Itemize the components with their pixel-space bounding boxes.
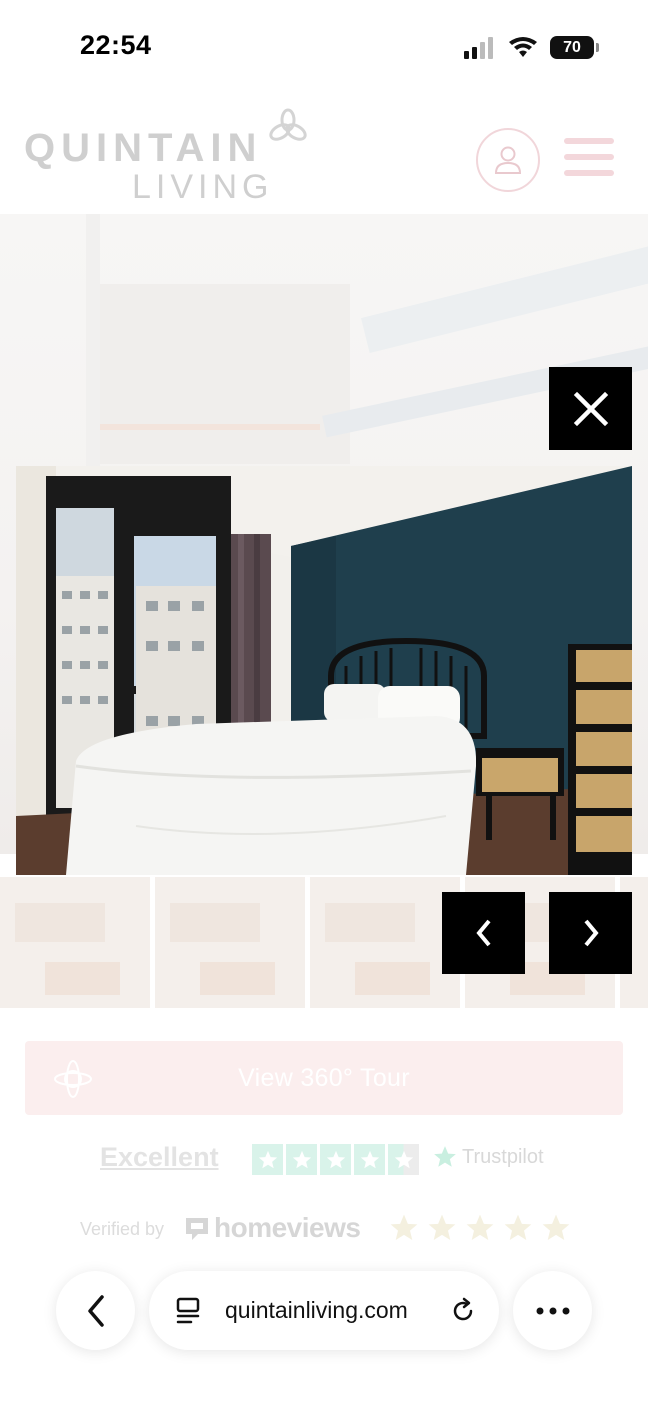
star-icon bbox=[466, 1214, 494, 1240]
homeviews-icon bbox=[186, 1218, 208, 1240]
more-options-icon bbox=[536, 1307, 569, 1314]
trustpilot-widget[interactable]: Excellent Trustpilot bbox=[0, 1138, 648, 1182]
logo-text-living: LIVING bbox=[132, 168, 274, 206]
menu-line bbox=[564, 154, 614, 160]
homeviews-widget[interactable]: Verified by homeviews bbox=[0, 1210, 648, 1250]
trustpilot-rating-text[interactable]: Excellent bbox=[100, 1142, 219, 1173]
thumbnail[interactable] bbox=[155, 877, 305, 1008]
status-time: 22:54 bbox=[80, 30, 152, 60]
star-icon bbox=[428, 1214, 456, 1240]
next-image-button[interactable] bbox=[549, 892, 632, 974]
browser-toolbar: quintainliving.com bbox=[0, 1260, 648, 1405]
battery-indicator: 70 bbox=[550, 36, 599, 59]
menu-button[interactable] bbox=[564, 138, 614, 180]
url-text: quintainliving.com bbox=[225, 1297, 408, 1323]
address-bar[interactable]: quintainliving.com bbox=[149, 1271, 499, 1350]
trustpilot-logo: Trustpilot bbox=[432, 1144, 544, 1170]
star-icon bbox=[504, 1214, 532, 1240]
browser-back-button[interactable] bbox=[56, 1271, 135, 1350]
wifi-icon bbox=[509, 36, 537, 57]
close-icon bbox=[573, 391, 608, 426]
menu-line bbox=[564, 170, 614, 176]
user-icon bbox=[494, 146, 522, 174]
reload-icon[interactable] bbox=[449, 1297, 477, 1325]
previous-image-button[interactable] bbox=[442, 892, 525, 974]
menu-line bbox=[564, 138, 614, 144]
half-star-icon bbox=[388, 1144, 419, 1175]
view-360-tour-label: View 360° Tour bbox=[238, 1063, 410, 1092]
logo-mark-icon bbox=[269, 108, 307, 141]
homeviews-brand-text: homeviews bbox=[214, 1212, 361, 1243]
account-button[interactable] bbox=[476, 128, 540, 192]
thumbnail[interactable] bbox=[0, 877, 150, 1008]
cellular-signal-icon bbox=[464, 36, 493, 59]
thumbnail[interactable] bbox=[310, 877, 460, 1008]
status-bar: 22:54 70 bbox=[0, 0, 648, 96]
trustpilot-stars bbox=[252, 1144, 419, 1175]
star-icon bbox=[320, 1144, 351, 1175]
gallery-main-photo bbox=[16, 466, 632, 875]
logo-text-quintain: QUINTAIN bbox=[24, 126, 263, 170]
homeviews-logo: homeviews bbox=[184, 1212, 361, 1244]
star-icon bbox=[542, 1214, 570, 1240]
chevron-left-icon bbox=[475, 919, 491, 947]
browser-more-button[interactable] bbox=[513, 1271, 592, 1350]
star-icon bbox=[354, 1144, 385, 1175]
globe-360-icon bbox=[54, 1060, 92, 1098]
trustpilot-star-icon bbox=[434, 1146, 456, 1167]
star-icon bbox=[252, 1144, 283, 1175]
homeviews-stars bbox=[388, 1212, 572, 1244]
star-icon bbox=[286, 1144, 317, 1175]
star-icon bbox=[390, 1214, 418, 1240]
verified-by-text: Verified by bbox=[80, 1219, 165, 1239]
status-icons: 70 bbox=[464, 36, 599, 59]
chevron-right-icon bbox=[583, 919, 599, 947]
page-menu-icon[interactable] bbox=[175, 1297, 201, 1325]
battery-level: 70 bbox=[563, 38, 581, 56]
trustpilot-brand-text: Trustpilot bbox=[462, 1145, 544, 1168]
view-360-tour-button[interactable]: View 360° Tour bbox=[25, 1041, 623, 1115]
chevron-left-icon bbox=[87, 1294, 104, 1327]
close-button[interactable] bbox=[549, 367, 632, 450]
site-header: QUINTAIN LIVING bbox=[0, 96, 648, 214]
